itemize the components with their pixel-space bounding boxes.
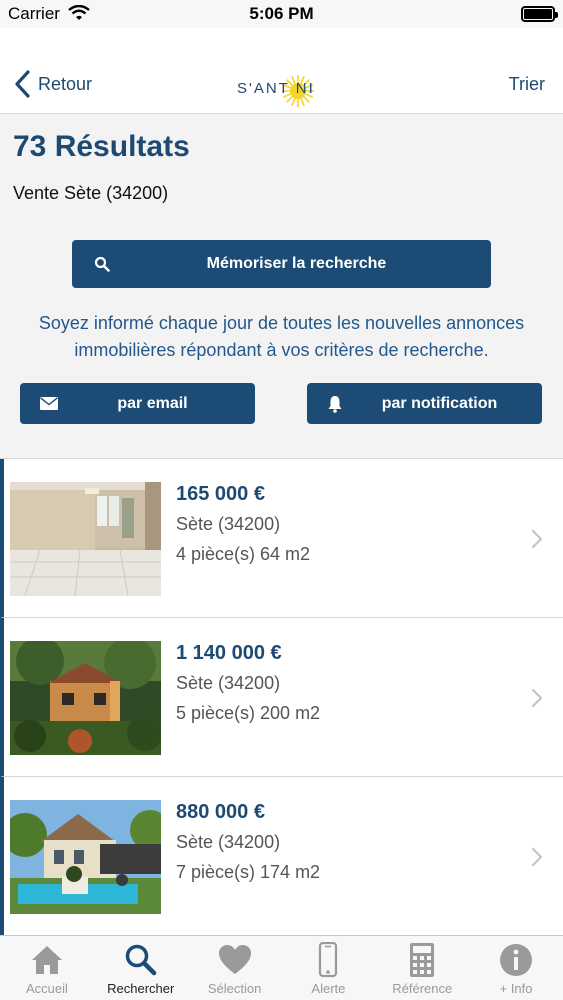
search-icon <box>125 944 156 976</box>
listing-item[interactable]: 1 140 000 € Sète (34200) 5 pièce(s) 200 … <box>0 618 563 777</box>
listing-photo <box>10 800 161 914</box>
sort-button[interactable]: Trier <box>509 74 545 95</box>
tab-bar: Accueil Rechercher Sélection Alerte Réfé… <box>0 935 563 1000</box>
email-alert-button[interactable]: par email <box>20 383 255 424</box>
save-search-label: Mémoriser la recherche <box>206 255 387 272</box>
chevron-right-icon <box>531 847 543 867</box>
listing-details: 4 pièce(s) 64 m2 <box>176 544 311 564</box>
envelope-icon <box>40 397 58 410</box>
chevron-left-icon <box>15 70 30 98</box>
back-button[interactable]: Retour <box>12 69 92 99</box>
battery-icon <box>521 6 558 22</box>
home-icon <box>31 946 62 974</box>
notification-alert-button[interactable]: par notification <box>307 383 542 424</box>
tab-label: Alerte <box>311 981 346 996</box>
listing-details: 7 pièce(s) 174 m2 <box>176 862 321 882</box>
tab-selection[interactable]: Sélection <box>188 936 282 1000</box>
bell-icon <box>328 396 342 413</box>
listing-location: Sète (34200) <box>176 832 281 852</box>
save-search-button[interactable]: Mémoriser la recherche <box>72 240 491 288</box>
tab-label: + Info <box>499 981 533 996</box>
tab-accueil[interactable]: Accueil <box>0 936 94 1000</box>
listing-photo <box>10 641 161 755</box>
logo-text: S'ANT NI <box>237 80 315 97</box>
listing-price: 165 000 € <box>176 483 265 505</box>
alert-info-line-1: Soyez informé chaque jour de toutes les … <box>38 313 525 333</box>
info-icon <box>500 944 533 976</box>
tab-label: Référence <box>392 981 453 996</box>
navigation-bar: Retour S'ANT NI Trier <box>0 28 563 114</box>
search-icon <box>94 256 110 272</box>
clock: 5:06 PM <box>249 4 314 23</box>
screen: Carrier 5:06 PM Retour S'ANT NI Trier 73… <box>0 0 563 1000</box>
tab-label: Sélection <box>207 981 262 996</box>
listing-item[interactable]: 880 000 € Sète (34200) 7 pièce(s) 174 m2 <box>0 777 563 936</box>
santoni-logo: S'ANT NI <box>237 74 327 108</box>
chevron-right-icon <box>531 688 543 708</box>
chevron-right-icon <box>531 529 543 549</box>
listing-location: Sète (34200) <box>176 514 281 534</box>
listing-details: 5 pièce(s) 200 m2 <box>176 703 321 723</box>
alert-info-line-2: immobilières répondant à vos critères de… <box>74 340 489 360</box>
search-criteria-subtitle: Vente Sète (34200) <box>13 183 169 203</box>
tab-label: Accueil <box>25 981 68 996</box>
back-label: Retour <box>38 73 93 94</box>
listing-item[interactable]: 165 000 € Sète (34200) 4 pièce(s) 64 m2 <box>0 459 563 618</box>
tab-info[interactable]: + Info <box>469 936 563 1000</box>
tab-rechercher[interactable]: Rechercher <box>94 936 188 1000</box>
alert-info-text: Soyez informé chaque jour de toutes les … <box>0 310 563 364</box>
listing-price: 880 000 € <box>176 801 265 823</box>
calculator-icon <box>410 943 435 977</box>
results-count-title: 73 Résultats <box>13 130 190 163</box>
tab-alerte[interactable]: Alerte <box>281 936 375 1000</box>
listing-photo <box>10 482 161 596</box>
listing-list: 165 000 € Sète (34200) 4 pièce(s) 64 m2 <box>0 458 563 936</box>
listing-price: 1 140 000 € <box>176 642 282 664</box>
phone-icon <box>319 942 338 978</box>
listing-location: Sète (34200) <box>176 673 281 693</box>
heart-icon <box>218 945 251 974</box>
tab-label: Rechercher <box>107 981 175 996</box>
status-bar: Carrier 5:06 PM <box>0 0 563 28</box>
tab-reference[interactable]: Référence <box>375 936 469 1000</box>
